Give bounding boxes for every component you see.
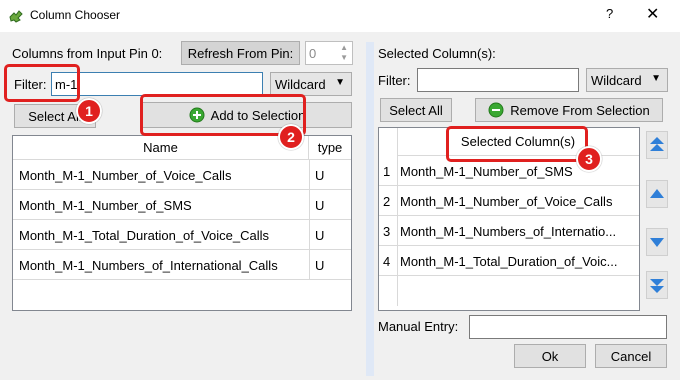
app-icon xyxy=(9,10,23,23)
refresh-from-pin-button[interactable]: Refresh From Pin: xyxy=(181,41,300,65)
columns-from-pin-label: Columns from Input Pin 0: xyxy=(12,46,163,61)
row-name: Month_M-1_Numbers_of_Internatio... xyxy=(400,223,617,239)
column-header-type[interactable]: type xyxy=(309,136,351,160)
table-row[interactable]: Month_M-1_Number_of_SMS U xyxy=(13,190,351,220)
table-row[interactable]: Month_M-1_Number_of_Voice_Calls U xyxy=(13,160,351,190)
row-type: U xyxy=(315,227,325,243)
row-index: 1 xyxy=(383,163,391,179)
row-index: 2 xyxy=(383,193,391,209)
filter-input[interactable]: m-1 xyxy=(51,72,263,96)
filter-mode-value: Wildcard xyxy=(275,76,326,92)
row-name: Month_M-1_Numbers_of_International_Calls xyxy=(19,257,278,273)
row-type: U xyxy=(315,257,325,273)
help-button[interactable]: ? xyxy=(606,6,613,21)
chevron-down-icon: ▼ xyxy=(335,77,345,88)
double-up-arrow-icon xyxy=(650,137,664,151)
table-row[interactable]: Month_M-1_Numbers_of_International_Calls… xyxy=(13,250,351,280)
callout-badge-3: 3 xyxy=(576,146,602,172)
move-down-button[interactable] xyxy=(646,228,668,256)
remove-from-selection-button[interactable]: Remove From Selection xyxy=(475,98,663,122)
row-index: 3 xyxy=(383,223,391,239)
chevron-down-icon: ▼ xyxy=(651,73,661,84)
move-to-top-button[interactable] xyxy=(646,131,668,159)
up-arrow-icon xyxy=(650,189,664,198)
callout-badge-2: 2 xyxy=(278,124,304,150)
row-type: U xyxy=(315,197,325,213)
move-up-button[interactable] xyxy=(646,180,668,208)
ok-button[interactable]: Ok xyxy=(514,344,586,368)
callout-badge-1: 1 xyxy=(76,98,102,124)
manual-entry-input[interactable] xyxy=(469,315,667,339)
selected-columns-label: Selected Column(s): xyxy=(378,46,496,61)
window-title: Column Chooser xyxy=(30,8,121,22)
table-row[interactable]: Month_M-1_Total_Duration_of_Voice_Calls … xyxy=(13,220,351,250)
right-filter-input[interactable] xyxy=(417,68,579,92)
row-name: Month_M-1_Number_of_Voice_Calls xyxy=(19,167,232,183)
column-header-name[interactable]: Name xyxy=(13,136,309,160)
row-name: Month_M-1_Total_Duration_of_Voice_Calls xyxy=(19,227,270,243)
list-item[interactable]: 2 Month_M-1_Number_of_Voice_Calls xyxy=(379,186,639,216)
cancel-button[interactable]: Cancel xyxy=(595,344,667,368)
remove-from-selection-label: Remove From Selection xyxy=(510,102,650,118)
pin-value: 0 xyxy=(309,45,317,61)
move-to-bottom-button[interactable] xyxy=(646,271,668,299)
list-item[interactable]: 3 Month_M-1_Numbers_of_Internatio... xyxy=(379,216,639,246)
panel-splitter[interactable] xyxy=(366,42,374,376)
input-columns-table: Name type Month_M-1_Number_of_Voice_Call… xyxy=(12,135,352,311)
right-select-all-button[interactable]: Select All xyxy=(380,98,452,122)
list-item[interactable]: 4 Month_M-1_Total_Duration_of_Voic... xyxy=(379,246,639,276)
right-filter-label: Filter: xyxy=(378,73,411,88)
row-name: Month_M-1_Total_Duration_of_Voic... xyxy=(400,253,618,269)
right-filter-mode-select[interactable]: Wildcard ▼ xyxy=(586,68,668,92)
spinner-arrows-icon[interactable]: ▲ ▼ xyxy=(340,43,348,63)
row-type: U xyxy=(315,167,325,183)
row-index: 4 xyxy=(383,253,391,269)
close-button[interactable]: ✕ xyxy=(646,4,659,24)
callout-box-filter xyxy=(4,64,80,102)
pin-spinner[interactable]: 0 ▲ ▼ xyxy=(305,41,353,65)
minus-circle-icon xyxy=(488,102,504,118)
manual-entry-label: Manual Entry: xyxy=(378,319,459,334)
right-filter-mode-value: Wildcard xyxy=(591,72,642,88)
filter-mode-select[interactable]: Wildcard ▼ xyxy=(270,72,352,96)
down-arrow-icon xyxy=(650,238,664,247)
row-name: Month_M-1_Number_of_Voice_Calls xyxy=(400,193,613,209)
row-name: Month_M-1_Number_of_SMS xyxy=(19,197,192,213)
double-down-arrow-icon xyxy=(650,279,664,293)
callout-box-selected xyxy=(446,126,588,162)
